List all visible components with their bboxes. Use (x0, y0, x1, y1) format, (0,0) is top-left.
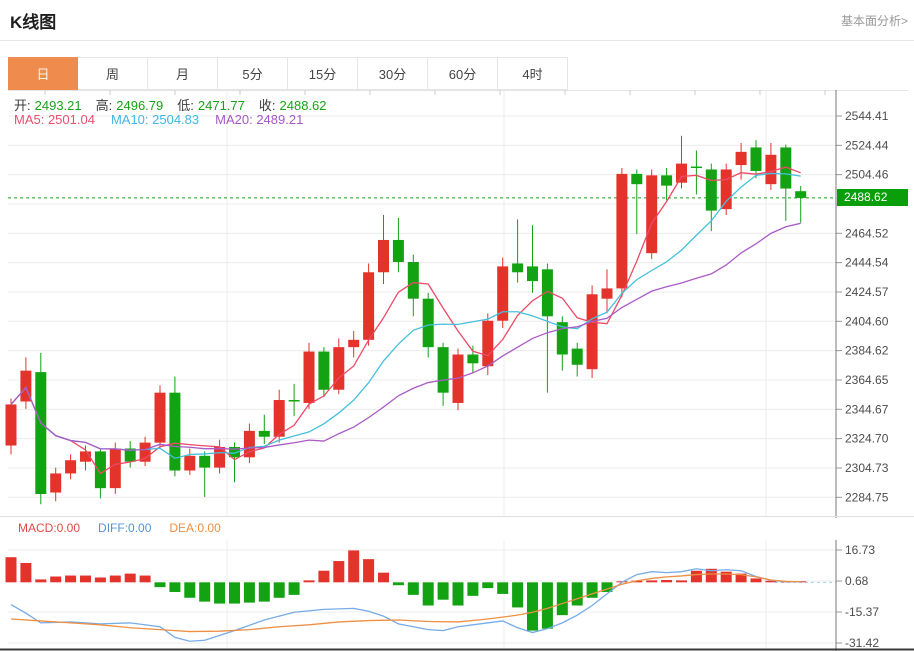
svg-text:0.68: 0.68 (845, 574, 869, 588)
svg-text:16.73: 16.73 (845, 543, 875, 557)
svg-text:2444.54: 2444.54 (845, 256, 889, 270)
dea-value: DEA:0.00 (169, 521, 221, 535)
header-divider (0, 40, 914, 41)
diff-value: DIFF:0.00 (98, 521, 152, 535)
svg-text:2524.44: 2524.44 (845, 138, 889, 152)
candlestick-chart[interactable]: 2544.41 2524.44 2504.46 2464.52 2444.54 2424.… (0, 90, 914, 518)
svg-text:2504.46: 2504.46 (845, 168, 889, 182)
macd-chart[interactable]: 16.73 0.68 -15.37 -31.42 (0, 540, 914, 651)
svg-text:-15.37: -15.37 (845, 605, 879, 619)
tab-周[interactable]: 周 (78, 57, 148, 90)
kline-page: K线图 基本面分析> 日周月 5分 15分 30分 60分 4时 2544.41 2524.… (0, 0, 914, 651)
tab-15分[interactable]: 15分 (288, 57, 358, 90)
page-title: K线图 (10, 13, 57, 32)
svg-text:2324.70: 2324.70 (845, 432, 889, 446)
svg-text:2284.75: 2284.75 (845, 490, 889, 504)
fundamental-analysis-link[interactable]: 基本面分析> (841, 12, 908, 29)
panel-divider (0, 516, 914, 517)
tab-5分[interactable]: 5分 (218, 57, 288, 90)
svg-text:2464.52: 2464.52 (845, 226, 889, 240)
tab-60分[interactable]: 60分 (428, 57, 498, 90)
tab-4时[interactable]: 4时 (498, 57, 568, 90)
price-badge: 2488.62 (837, 189, 908, 206)
svg-text:2344.67: 2344.67 (845, 402, 889, 416)
svg-text:2424.57: 2424.57 (845, 285, 889, 299)
tab-bar: 日周月 5分 15分 30分 60分 4时 (8, 57, 908, 91)
tab-30分[interactable]: 30分 (358, 57, 428, 90)
macd-value: MACD:0.00 (18, 521, 81, 535)
macd-legend: MACD:0.00 DIFF:0.00 DEA:0.00 (18, 521, 239, 535)
svg-text:2404.60: 2404.60 (845, 314, 889, 328)
svg-text:2384.62: 2384.62 (845, 344, 889, 358)
tab-日[interactable]: 日 (8, 57, 78, 90)
svg-text:2304.73: 2304.73 (845, 461, 889, 475)
svg-text:2364.65: 2364.65 (845, 373, 889, 387)
svg-text:2544.41: 2544.41 (845, 109, 889, 123)
svg-text:-31.42: -31.42 (845, 636, 879, 650)
tab-月[interactable]: 月 (148, 57, 218, 90)
